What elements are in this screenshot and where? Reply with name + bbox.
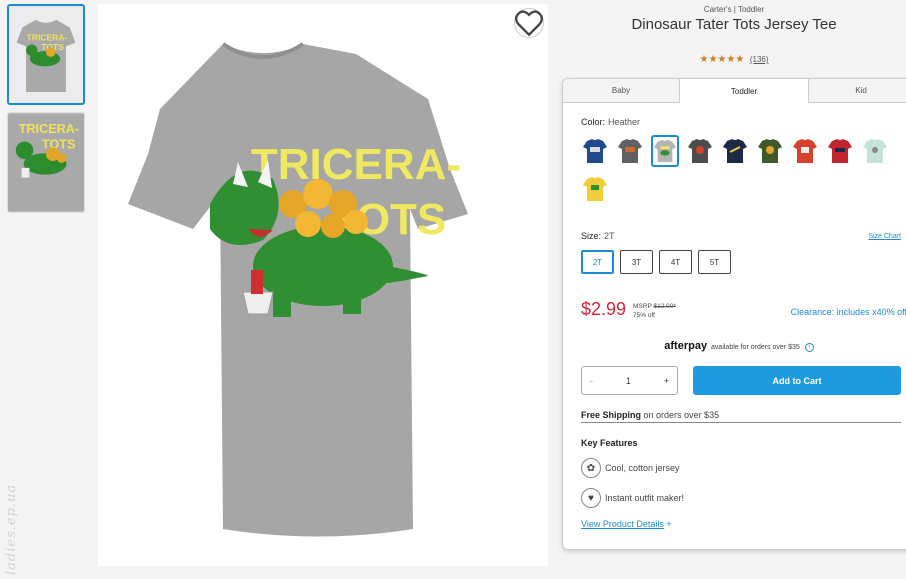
swatch-mint[interactable]	[861, 135, 889, 167]
thumbnail-graphic[interactable]: TRICERA- TOTS	[7, 112, 85, 213]
swatch-dark-gray[interactable]	[686, 135, 714, 167]
swatch-red-orange[interactable]	[791, 135, 819, 167]
feature-label: Cool, cotton jersey	[605, 463, 680, 473]
quantity-increase-button[interactable]: +	[664, 376, 669, 386]
thumbnail-front[interactable]: TRICERA- TOTS	[7, 4, 85, 105]
product-image: TRICERA- TOTS	[98, 4, 548, 566]
free-shipping-label: Free Shipping	[581, 410, 642, 420]
product-page: TRICERA- TOTS TRICERA- TOTS TRICERA- TOT…	[0, 0, 906, 579]
swatch-red[interactable]	[826, 135, 854, 167]
purchase-panel: Baby Toddler Kid Color: Heather Size: 2T S…	[562, 78, 906, 550]
tab-toddler[interactable]: Toddler	[680, 79, 809, 103]
swatch-navy[interactable]	[581, 135, 609, 167]
shipping-note: Free Shipping on orders over $35	[581, 410, 901, 423]
thumbnail-list: TRICERA- TOTS TRICERA- TOTS	[7, 4, 85, 220]
size-label-row: Size: 2T	[581, 231, 615, 241]
svg-text:TRICERA-: TRICERA-	[19, 122, 79, 136]
size-option-2t[interactable]: 2T	[581, 250, 614, 274]
cotton-icon: ✿	[581, 458, 601, 478]
afterpay-text: available for orders over $35	[711, 344, 800, 351]
msrp-label: MSRP	[633, 303, 652, 310]
rating: ★★★★★ (136)	[562, 54, 906, 65]
heart-icon	[515, 10, 543, 37]
quantity-decrease-button[interactable]: -	[590, 376, 593, 386]
add-to-cart-button[interactable]: Add to Cart	[693, 366, 901, 395]
color-value: Heather	[608, 117, 641, 127]
size-option-3t[interactable]: 3T	[620, 250, 653, 274]
info-icon[interactable]: i	[804, 342, 814, 352]
sale-price: $2.99	[581, 299, 627, 319]
msrp-value: $12.00*	[653, 303, 676, 310]
watermark: ladies.ep.ua	[4, 483, 19, 575]
swatch-olive[interactable]	[756, 135, 784, 167]
product-brand: Carter's | Toddler	[703, 5, 765, 14]
msrp-block: MSRP $12.00* 75% off	[633, 302, 676, 320]
size-label: Size:	[581, 231, 602, 241]
tab-kid[interactable]: Kid	[809, 79, 906, 103]
product-title: Dinosaur Tater Tots Jersey Tee	[631, 16, 837, 33]
swatch-dark-navy[interactable]	[721, 135, 749, 167]
size-group-tabs: Baby Toddler Kid	[563, 79, 906, 103]
clearance-note: Clearance: includes x40% off	[790, 307, 906, 317]
key-features-heading: Key Features	[581, 438, 638, 448]
feature-item: ✿ Cool, cotton jersey	[581, 458, 680, 478]
afterpay-banner: afterpay available for orders over $35 i	[563, 340, 906, 352]
rating-stars: ★★★★★	[699, 54, 745, 65]
feature-item: ♥ Instant outfit maker!	[581, 488, 684, 508]
quantity-stepper: - +	[581, 366, 678, 395]
shipping-threshold: on orders over $35	[643, 410, 720, 420]
heart-badge-icon: ♥	[581, 488, 601, 508]
tshirt-illustration: TRICERA- TOTS	[98, 4, 548, 566]
view-product-details-link[interactable]: View Product Details	[581, 519, 664, 529]
expand-plus-icon[interactable]: +	[666, 519, 671, 529]
svg-text:TOTS: TOTS	[42, 137, 76, 151]
feature-label: Instant outfit maker!	[605, 493, 685, 503]
color-label: Color:	[581, 117, 606, 127]
tab-baby[interactable]: Baby	[563, 79, 680, 103]
color-swatches	[581, 135, 891, 205]
size-option-5t[interactable]: 5T	[698, 250, 731, 274]
svg-text:TRICERA-: TRICERA-	[251, 140, 461, 189]
swatch-charcoal[interactable]	[616, 135, 644, 167]
size-value: 2T	[604, 231, 615, 241]
size-option-4t[interactable]: 4T	[659, 250, 692, 274]
afterpay-logo: afterpay	[664, 340, 708, 352]
svg-text:TRICERA-: TRICERA-	[27, 33, 68, 43]
size-options: 2T 3T 4T 5T	[581, 250, 731, 274]
color-label-row: Color: Heather	[581, 117, 640, 127]
review-count-link[interactable]: (136)	[750, 55, 769, 64]
size-chart-link[interactable]: Size Chart	[868, 233, 901, 240]
view-product-details: View Product Details +	[581, 519, 672, 529]
swatch-heather[interactable]	[651, 135, 679, 167]
swatch-yellow[interactable]	[581, 173, 609, 205]
quantity-input[interactable]	[613, 375, 644, 386]
discount-percent: 75% off	[633, 312, 655, 319]
favorite-button[interactable]	[514, 8, 544, 38]
